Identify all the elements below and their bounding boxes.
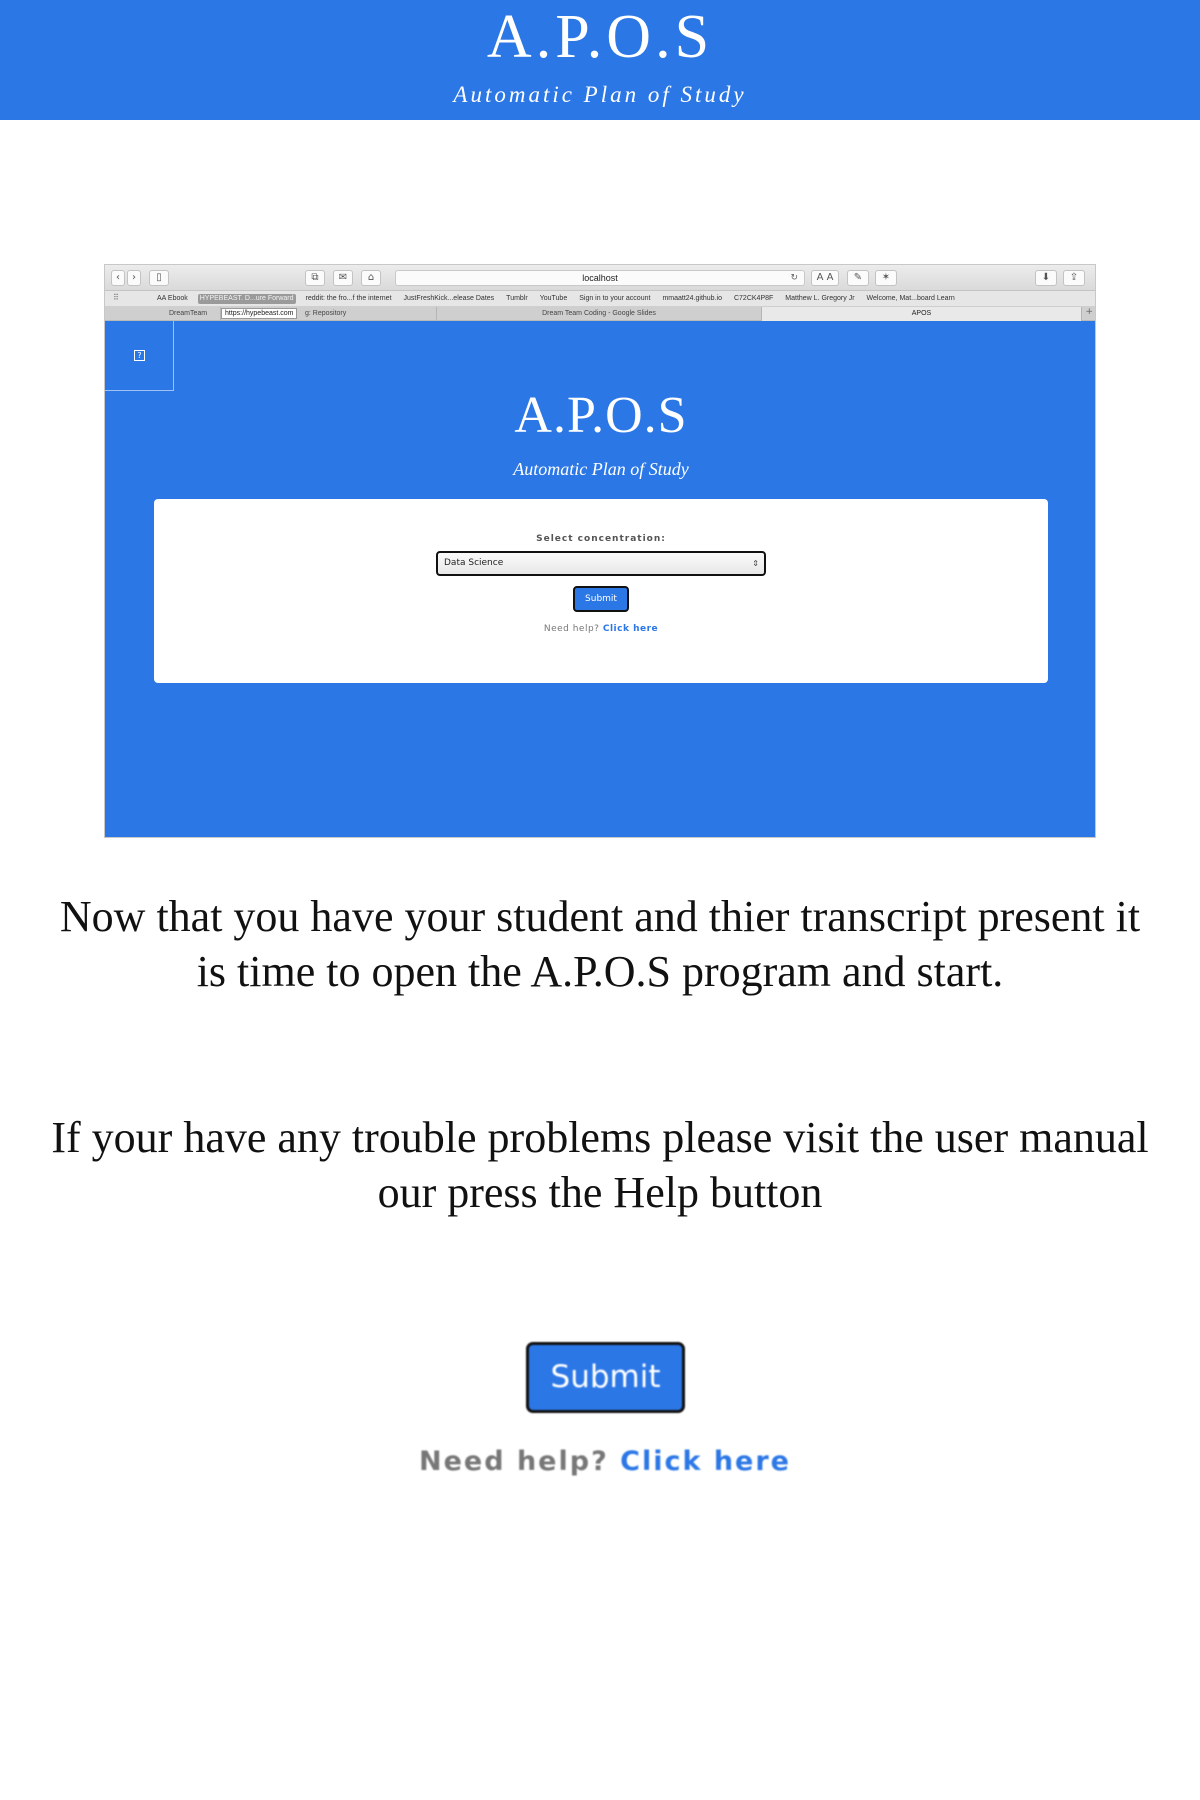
download-icon: ⬇ (1035, 270, 1057, 286)
home-icon: ⌂ (361, 270, 381, 286)
tab-apos: APOS (762, 307, 1082, 321)
card-help-link: Click here (602, 624, 659, 634)
app-title: A.P.O.S (514, 387, 688, 444)
bookmark-item: Sign in to your account (579, 295, 651, 302)
select-label: Select concentration: (536, 534, 666, 544)
embedded-browser-screenshot: ‹ › ▯ ⧉ ✉ ⌂ localhost ↻ A A ✎ ✶ ⬇ ⇪ ⠿ AA… (104, 264, 1096, 838)
text-size-icon: A A (811, 270, 839, 286)
mail-icon: ✉ (333, 270, 353, 286)
app-header: A.P.O.S Automatic Plan of Study (0, 0, 1200, 120)
card-help-text: Need help? (543, 624, 600, 634)
bookmark-item: C72CK4P8F (733, 295, 774, 302)
tabs-overview-icon: ⧉ (305, 270, 325, 286)
url-text: localhost (582, 273, 618, 283)
bookmark-item: mmaatt24.github.io (662, 295, 722, 302)
question-icon: ? (134, 350, 145, 361)
bookmark-item: Welcome, Mat...board Learn (866, 295, 955, 302)
new-tab-icon: + (1085, 307, 1093, 317)
app-help-box: ? (105, 321, 174, 391)
card-submit-button: Submit (573, 586, 629, 612)
submit-button[interactable]: Submit (526, 1342, 685, 1413)
bookmark-item: Tumblr (506, 295, 528, 302)
instruction-paragraph-2: If your have any trouble problems please… (51, 1113, 1149, 1217)
reload-icon: ↻ (790, 273, 798, 283)
instruction-paragraph-1: Now that you have your student and thier… (59, 892, 1141, 996)
tab-dreamteam: DreamTeam (105, 307, 221, 321)
bookmark-item: YouTube (539, 295, 568, 302)
sidebar-icon: ▯ (149, 270, 169, 286)
share-icon: ⇪ (1063, 270, 1085, 286)
bookmark-item: JustFreshKick...elease Dates (403, 295, 495, 302)
bookmark-item: HYPEBEAST. D...ure Forward (197, 294, 296, 304)
link-tooltip: https://hypebeast.com (221, 308, 298, 319)
bookmark-item: reddit: the fro...f the internet (305, 295, 392, 302)
header-subtitle: Automatic Plan of Study (453, 82, 747, 107)
select-arrows-icon: ⇕ (752, 559, 759, 568)
bookmark-list: AA Ebook HYPEBEAST. D...ure Forward reddit… (155, 294, 957, 304)
forward-icon: › (127, 270, 141, 286)
concentration-select-value: Data Science (444, 558, 504, 568)
url-bar: localhost ↻ (395, 270, 805, 286)
help-link[interactable]: Click here (620, 1446, 791, 1477)
concentration-select: Data Science ⇕ (436, 551, 766, 576)
back-icon: ‹ (111, 270, 125, 286)
help-line: Need help? Click here (0, 1446, 1200, 1477)
bookmark-item: Matthew L. Gregory Jr (785, 295, 855, 302)
annotate-icon: ✎ (847, 270, 869, 286)
header-title: A.P.O.S (486, 3, 714, 71)
bookmark-item: AA Ebook (157, 295, 188, 302)
brightness-icon: ✶ (875, 270, 897, 286)
tab-google-slides: Dream Team Coding - Google Slides (437, 307, 762, 321)
bookmarks-bar: ⠿ AA Ebook HYPEBEAST. D...ure Forward redd… (105, 291, 1095, 307)
help-text: Need help? (419, 1446, 609, 1477)
app-subtitle: Automatic Plan of Study (513, 459, 689, 479)
grid-icon: ⠿ (113, 293, 119, 302)
concentration-card: Select concentration: Data Science ⇕ Sub… (154, 499, 1048, 683)
card-help-line: Need help? Click here (154, 624, 1048, 634)
browser-toolbar: ‹ › ▯ ⧉ ✉ ⌂ localhost ↻ A A ✎ ✶ ⬇ ⇪ (105, 265, 1095, 291)
